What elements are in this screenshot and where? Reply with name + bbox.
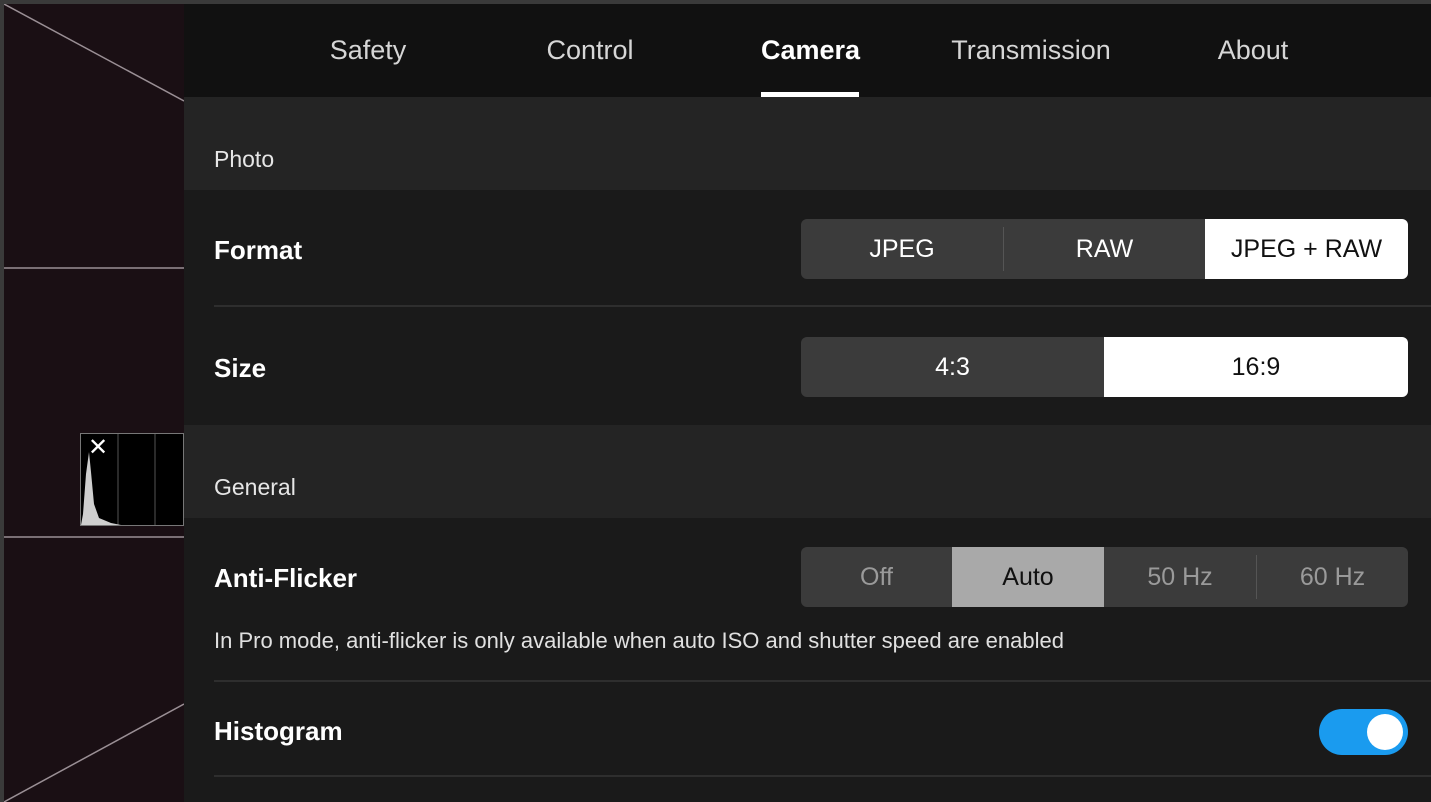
row-divider [214, 680, 1431, 682]
anti-flicker-selector: Off Auto 50 Hz 60 Hz [801, 547, 1408, 607]
anti-flicker-label: Anti-Flicker [214, 563, 358, 593]
anti-flicker-option-50hz[interactable]: 50 Hz [1104, 547, 1256, 607]
size-option-16-9[interactable]: 16:9 [1104, 337, 1408, 397]
camera-grid-lines [4, 4, 184, 802]
tab-safety[interactable]: Safety [310, 4, 426, 97]
tab-transmission-label: Transmission [951, 35, 1111, 65]
size-selector: 4:3 16:9 [801, 337, 1408, 397]
format-option-raw[interactable]: RAW [1004, 219, 1205, 279]
photo-section-header: Photo [184, 97, 1431, 190]
general-section-title: General [214, 474, 296, 500]
tab-control[interactable]: Control [530, 4, 650, 97]
tab-camera-label: Camera [761, 35, 861, 65]
close-icon[interactable]: ✕ [87, 436, 109, 460]
size-option-4-3[interactable]: 4:3 [801, 337, 1104, 397]
row-divider [214, 775, 1431, 777]
tab-safety-label: Safety [329, 35, 407, 65]
anti-flicker-option-off[interactable]: Off [801, 547, 952, 607]
tab-control-label: Control [546, 35, 634, 65]
format-option-jpeg-raw[interactable]: JPEG + RAW [1205, 219, 1408, 279]
row-divider [214, 305, 1431, 307]
format-selector: JPEG RAW JPEG + RAW [801, 219, 1408, 279]
format-option-jpeg[interactable]: JPEG [801, 219, 1003, 279]
anti-flicker-note: In Pro mode, anti-flicker is only availa… [214, 628, 1064, 653]
histogram-toggle[interactable] [1319, 709, 1408, 755]
camera-live-view[interactable]: ✕ [4, 4, 184, 802]
anti-flicker-option-60hz[interactable]: 60 Hz [1257, 547, 1408, 607]
size-label: Size [214, 353, 267, 383]
tab-about[interactable]: About [1201, 4, 1305, 97]
camera-settings-panel: Safety Control Camera Transmission About… [184, 4, 1431, 802]
tab-about-label: About [1217, 35, 1289, 65]
format-label: Format [214, 235, 303, 265]
general-section-header: General [184, 425, 1431, 518]
app-root: ✕ Safety Control Camera Transmission Abo… [0, 0, 1431, 802]
settings-tab-bar: Safety Control Camera Transmission About [184, 4, 1431, 97]
toggle-knob [1367, 714, 1403, 750]
tab-transmission[interactable]: Transmission [938, 4, 1124, 97]
tab-camera[interactable]: Camera [761, 4, 861, 97]
photo-section-title: Photo [214, 146, 275, 172]
histogram-label: Histogram [214, 716, 343, 746]
anti-flicker-option-auto[interactable]: Auto [952, 547, 1104, 607]
histogram-widget: ✕ [80, 433, 184, 526]
